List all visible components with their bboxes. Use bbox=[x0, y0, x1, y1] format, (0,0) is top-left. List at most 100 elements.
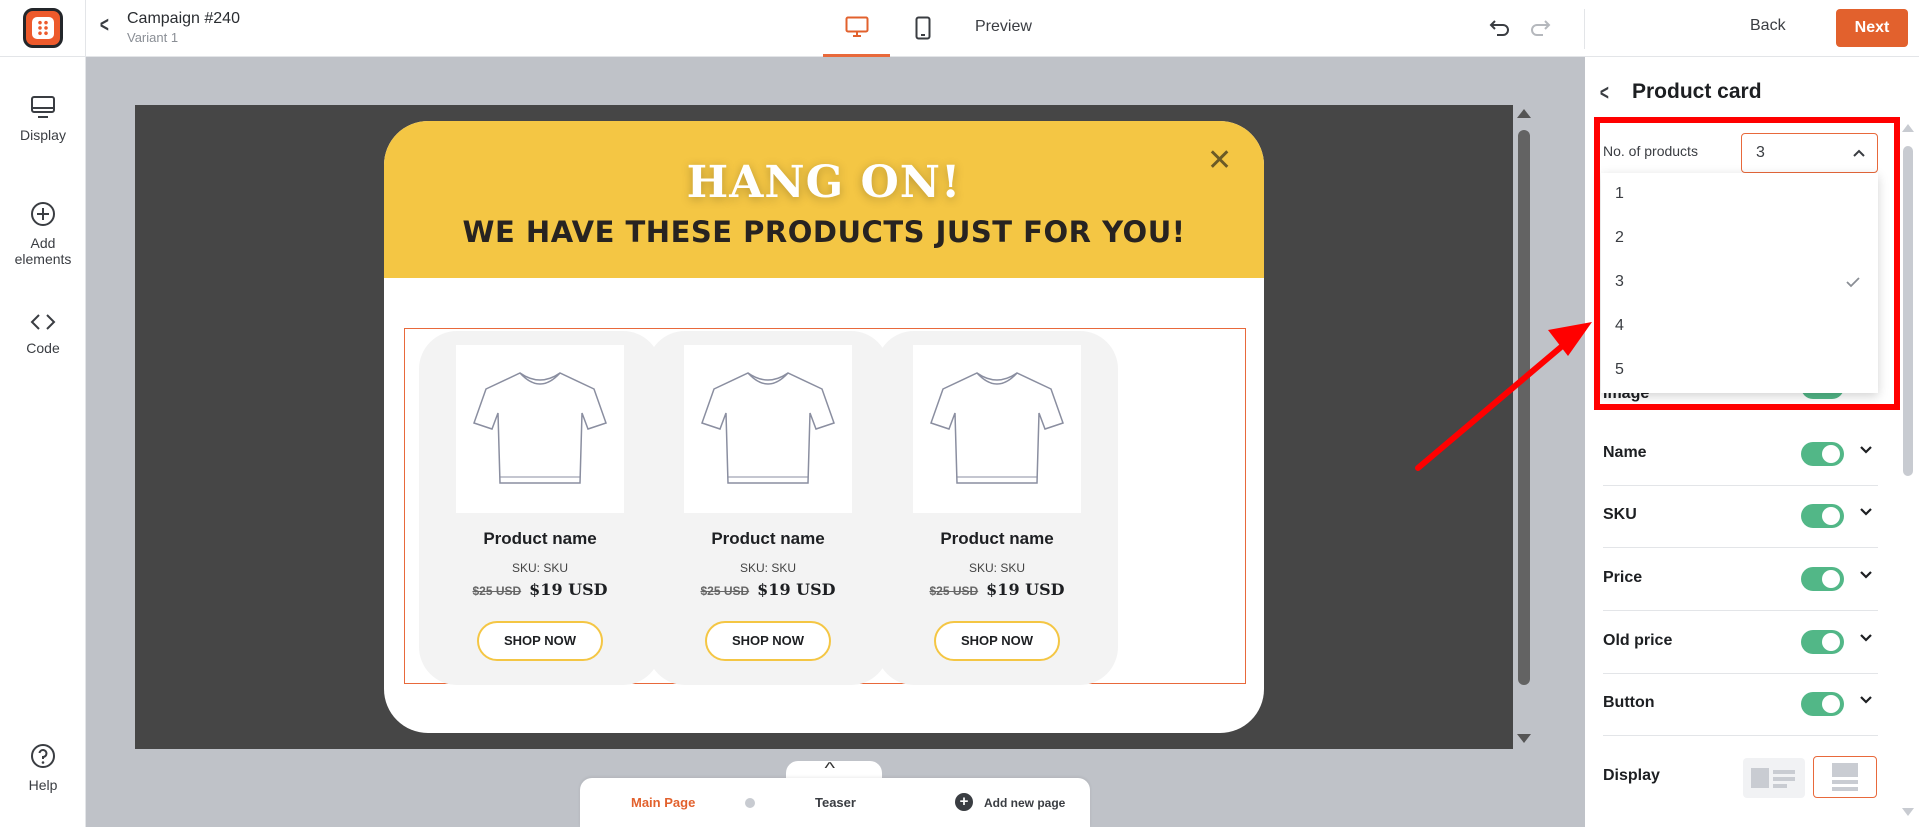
sidebar-item-code[interactable]: Code bbox=[0, 312, 86, 356]
new-price: $19 USD bbox=[529, 580, 608, 599]
next-button[interactable]: Next bbox=[1836, 9, 1908, 47]
layout-vertical-option[interactable] bbox=[1813, 756, 1877, 798]
product-name: Product name bbox=[483, 529, 597, 548]
new-price: $19 USD bbox=[757, 580, 836, 599]
popup-subheadline[interactable]: WE HAVE THESE PRODUCTS JUST FOR YOU! bbox=[384, 215, 1264, 249]
canvas-scrollbar[interactable] bbox=[1518, 130, 1530, 685]
popup-headline[interactable]: HANG ON! bbox=[384, 157, 1264, 208]
tab-main-page[interactable]: Main Page bbox=[631, 795, 695, 810]
panel-scroll-down[interactable] bbox=[1902, 808, 1914, 816]
setting-label: Old price bbox=[1603, 632, 1673, 649]
chevron-down-icon[interactable] bbox=[1858, 691, 1874, 707]
layout-horizontal-option[interactable] bbox=[1743, 758, 1805, 798]
panel-scrollbar[interactable] bbox=[1903, 146, 1913, 476]
sidebar-item-help[interactable]: Help bbox=[0, 743, 86, 793]
tshirt-icon bbox=[930, 372, 1064, 484]
popup-preview[interactable]: ✕ HANG ON! WE HAVE THESE PRODUCTS JUST F… bbox=[384, 121, 1264, 733]
product-card[interactable]: Product name SKU: SKU $25 USD $19 USD SHO… bbox=[419, 331, 661, 685]
product-image[interactable] bbox=[684, 345, 852, 513]
product-price: $25 USD $19 USD bbox=[647, 580, 889, 600]
product-sku: SKU: SKU bbox=[739, 561, 796, 575]
divider bbox=[1584, 9, 1585, 49]
toggle-switch[interactable] bbox=[1801, 692, 1844, 716]
add-new-page-button[interactable]: Add new page bbox=[984, 796, 1065, 810]
setting-row-name: Name bbox=[1603, 424, 1878, 486]
sidebar-item-add-elements[interactable]: Add elements bbox=[0, 201, 86, 267]
chevron-down-icon[interactable] bbox=[1858, 629, 1874, 645]
chevron-down-icon[interactable] bbox=[1858, 566, 1874, 582]
annotation-highlight-box bbox=[1594, 117, 1900, 410]
sidebar-item-display[interactable]: Display bbox=[0, 95, 86, 143]
toggle-switch[interactable] bbox=[1801, 630, 1844, 654]
product-price: $25 USD $19 USD bbox=[419, 580, 661, 600]
canvas-scroll-up[interactable] bbox=[1517, 109, 1531, 118]
product-image[interactable] bbox=[456, 345, 624, 513]
left-sidebar: Display Add elements Code Help bbox=[0, 57, 86, 827]
preview-button[interactable]: Preview bbox=[975, 18, 1032, 36]
sidebar-item-label: Help bbox=[28, 777, 58, 793]
old-price: $25 USD bbox=[700, 584, 750, 598]
product-sku: SKU: SKU bbox=[968, 561, 1025, 575]
chevron-down-icon[interactable] bbox=[1858, 503, 1874, 519]
add-page-icon[interactable]: + bbox=[955, 793, 973, 811]
new-price: $19 USD bbox=[986, 580, 1065, 599]
back-button[interactable]: Back bbox=[1750, 17, 1786, 35]
toggle-switch[interactable] bbox=[1801, 504, 1844, 528]
canvas-scroll-down[interactable] bbox=[1517, 734, 1531, 743]
shop-now-button[interactable]: SHOP NOW bbox=[934, 621, 1060, 661]
panel-back-chevron-icon[interactable]: < bbox=[1600, 80, 1609, 106]
divider bbox=[85, 0, 86, 57]
toggle-switch[interactable] bbox=[1801, 567, 1844, 591]
product-name: Product name bbox=[940, 529, 1054, 548]
setting-label: SKU bbox=[1603, 506, 1637, 523]
desktop-icon bbox=[845, 16, 869, 37]
mobile-view-button[interactable] bbox=[900, 0, 950, 57]
toggle-knob bbox=[1822, 570, 1840, 588]
tshirt-icon bbox=[473, 372, 607, 484]
setting-row-price: Price bbox=[1603, 549, 1878, 611]
layout-horizontal-icon bbox=[1751, 768, 1795, 788]
help-icon bbox=[31, 744, 55, 768]
variant-label: Variant 1 bbox=[127, 30, 179, 45]
campaign-title: Campaign #240 bbox=[127, 10, 240, 27]
toggle-knob bbox=[1822, 445, 1840, 463]
product-name: Product name bbox=[711, 529, 825, 548]
app-logo[interactable] bbox=[23, 8, 63, 48]
sidebar-item-label: Display bbox=[20, 127, 66, 143]
setting-label: Button bbox=[1603, 694, 1655, 711]
panel-scroll-up[interactable] bbox=[1902, 124, 1914, 132]
tab-teaser[interactable]: Teaser bbox=[815, 795, 856, 810]
panel-title: Product card bbox=[1632, 80, 1762, 103]
product-cards-container[interactable]: Product name SKU: SKU $25 USD $19 USD SHO… bbox=[404, 328, 1246, 685]
back-chevron-icon[interactable]: < bbox=[100, 14, 109, 36]
desktop-view-button[interactable] bbox=[823, 0, 890, 57]
product-card[interactable]: Product name SKU: SKU $25 USD $19 USD SHO… bbox=[876, 331, 1118, 685]
sidebar-item-label: Add elements bbox=[14, 235, 72, 267]
page-dot bbox=[745, 798, 755, 808]
toggle-switch[interactable] bbox=[1801, 442, 1844, 466]
sidebar-item-label: Code bbox=[26, 340, 60, 356]
old-price: $25 USD bbox=[929, 584, 979, 598]
setting-row-sku: SKU bbox=[1603, 486, 1878, 548]
chevron-up-icon[interactable]: ^ bbox=[824, 760, 835, 778]
product-price: $25 USD $19 USD bbox=[876, 580, 1118, 600]
tshirt-icon bbox=[701, 372, 835, 484]
shop-now-button[interactable]: SHOP NOW bbox=[477, 621, 603, 661]
chevron-down-icon[interactable] bbox=[1858, 441, 1874, 457]
display-label: Display bbox=[1603, 767, 1660, 784]
product-sku: SKU: SKU bbox=[511, 561, 568, 575]
shop-now-button[interactable]: SHOP NOW bbox=[705, 621, 831, 661]
product-image[interactable] bbox=[913, 345, 1081, 513]
setting-label: Price bbox=[1603, 569, 1643, 586]
old-price: $25 USD bbox=[472, 584, 522, 598]
code-icon bbox=[30, 314, 56, 330]
toggle-knob bbox=[1822, 633, 1840, 651]
undo-icon[interactable] bbox=[1488, 17, 1512, 42]
plus-circle-icon bbox=[31, 202, 55, 226]
product-card[interactable]: Product name SKU: SKU $25 USD $19 USD SHO… bbox=[647, 331, 889, 685]
mobile-icon bbox=[915, 16, 931, 40]
setting-label: Name bbox=[1603, 444, 1647, 461]
toggle-knob bbox=[1822, 695, 1840, 713]
setting-row-old-price: Old price bbox=[1603, 612, 1878, 674]
redo-icon[interactable] bbox=[1528, 17, 1552, 42]
